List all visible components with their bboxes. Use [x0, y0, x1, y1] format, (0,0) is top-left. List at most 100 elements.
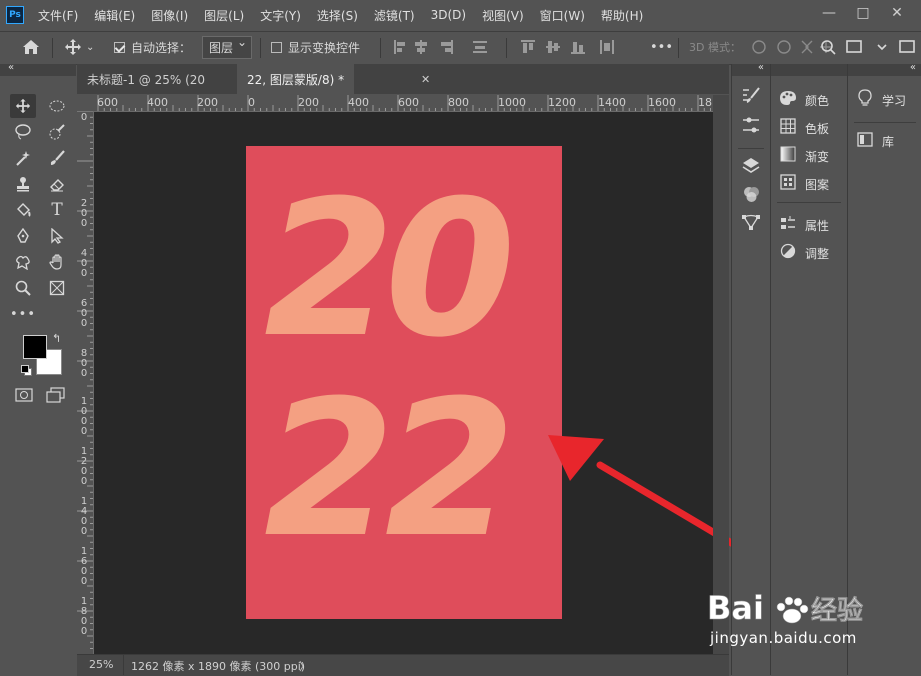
zoom-level[interactable]: 25% — [89, 658, 113, 671]
watermark-brand-suffix: 经验 — [811, 595, 863, 626]
foreground-color-swatch-front[interactable] — [23, 335, 47, 359]
menu-file[interactable]: 文件(F) — [30, 7, 86, 24]
paths-panel-icon[interactable] — [740, 212, 762, 234]
strip-collapse-bar[interactable]: « — [732, 62, 770, 76]
divider — [777, 202, 841, 203]
menu-type[interactable]: 文字(Y) — [252, 7, 309, 24]
paw-icon — [776, 596, 809, 624]
show-transform-option[interactable]: 显示变换控件 — [271, 31, 360, 63]
auto-select-dropdown[interactable]: 图层 — [202, 35, 253, 59]
ruler-label: 400 — [348, 96, 369, 109]
panel-b-collapse-bar[interactable]: « — [848, 62, 921, 76]
edit-toolbar-button[interactable]: ••• — [10, 302, 36, 326]
swap-colors-icon[interactable]: ↰ — [52, 332, 61, 345]
tab-close-button[interactable]: ✕ — [411, 64, 440, 94]
layers-panel-icon[interactable] — [740, 156, 762, 178]
panel-patterns[interactable]: 图案 — [779, 172, 829, 196]
panel-libraries[interactable]: 库 — [856, 129, 894, 153]
auto-select-checkbox[interactable] — [114, 41, 125, 53]
more-options-button[interactable]: ••• — [650, 31, 673, 63]
magic-wand-tool[interactable] — [10, 146, 36, 170]
ruler-label: 1000 — [80, 396, 88, 437]
eraser-tool[interactable] — [44, 172, 70, 196]
channels-panel-icon[interactable] — [740, 184, 762, 206]
quick-select-icon — [49, 124, 65, 140]
type-tool[interactable]: T — [44, 198, 70, 222]
brush-settings-icon[interactable] — [740, 86, 762, 108]
menu-select[interactable]: 选择(S) — [309, 7, 366, 24]
collapse-icon[interactable]: « — [8, 62, 14, 73]
magic-wand-icon — [16, 151, 30, 166]
show-transform-checkbox[interactable] — [271, 41, 282, 53]
panel-adjustments[interactable]: 调整 — [779, 241, 829, 265]
quick-selection-tool[interactable] — [44, 120, 70, 144]
close-icon[interactable]: ✕ — [421, 73, 430, 86]
custom-shape-tool[interactable] — [10, 250, 36, 274]
ruler-label: 600 — [97, 96, 118, 109]
move-tool[interactable] — [10, 94, 36, 118]
lasso-tool[interactable] — [10, 120, 36, 144]
divider — [123, 655, 124, 675]
menu-filter[interactable]: 滤镜(T) — [366, 7, 423, 24]
hand-tool[interactable] — [44, 250, 70, 274]
home-button[interactable] — [22, 31, 40, 63]
ellipse-marquee-icon — [49, 100, 65, 112]
minimize-button[interactable]: — — [812, 0, 846, 30]
menu-image[interactable]: 图像(I) — [143, 7, 196, 24]
menu-layer[interactable]: 图层(L) — [196, 7, 252, 24]
divider — [380, 38, 381, 58]
ruler-label: 200 — [197, 96, 218, 109]
panel-properties[interactable]: 属性 — [779, 213, 829, 237]
vertical-ruler[interactable]: 0 200 400 600 800 1000 1200 1400 1600 18… — [77, 111, 94, 654]
menu-window[interactable]: 窗口(W) — [532, 7, 593, 24]
close-button[interactable]: ✕ — [880, 0, 914, 30]
maximize-button[interactable]: □ — [846, 0, 880, 30]
vertical-scrollbar[interactable] — [713, 95, 729, 654]
menu-help[interactable]: 帮助(H) — [593, 7, 651, 24]
auto-select-option[interactable]: 自动选择： — [114, 31, 191, 63]
panel-swatches-label: 色板 — [805, 121, 830, 136]
menu-edit[interactable]: 编辑(E) — [86, 7, 143, 24]
distribute-buttons-group[interactable] — [520, 39, 620, 55]
status-menu-chevron-icon[interactable]: 〉 — [299, 658, 310, 674]
elliptical-marquee-tool[interactable] — [44, 94, 70, 118]
brush-tool[interactable] — [44, 146, 70, 170]
zoom-tool[interactable] — [10, 276, 36, 300]
path-selection-tool[interactable] — [44, 224, 70, 248]
quick-mask-button[interactable] — [15, 388, 33, 402]
ruler-label: 18 — [698, 96, 712, 109]
screen-mode-button[interactable] — [46, 387, 66, 403]
collapse-icon[interactable]: « — [910, 62, 916, 73]
align-buttons-group[interactable] — [393, 39, 493, 55]
pen-tool[interactable] — [10, 224, 36, 248]
panel-learn-label: 学习 — [882, 93, 907, 108]
auto-select-target[interactable]: 图层 — [202, 31, 253, 63]
ruler-origin[interactable] — [77, 95, 93, 111]
document-canvas[interactable]: 20 22 — [246, 146, 562, 619]
paint-bucket-tool[interactable] — [10, 198, 36, 222]
toolbar-collapse-bar[interactable]: « — [0, 62, 76, 76]
panel-gradients[interactable]: 渐变 — [779, 144, 829, 168]
collapse-icon[interactable]: « — [758, 62, 764, 73]
year-text-line2: 22 — [264, 360, 516, 579]
panel-a-collapse-bar[interactable] — [771, 64, 847, 76]
menu-view[interactable]: 视图(V) — [474, 7, 532, 24]
default-colors-icon[interactable] — [21, 365, 32, 376]
ruler-label: 0 — [248, 96, 255, 109]
brushes-panel-icon[interactable] — [740, 116, 762, 138]
panel-learn[interactable]: 学习 — [856, 88, 906, 112]
horizontal-ruler[interactable]: 600 400 200 0 200 400 600 800 1000 1200 … — [93, 95, 713, 112]
3d-mode-icons[interactable] — [750, 38, 920, 56]
frame-tool[interactable] — [44, 276, 70, 300]
tab-untitled-1-active[interactable]: 22, 图层蒙版/8) * — [237, 64, 355, 94]
panel-swatches[interactable]: 色板 — [779, 116, 829, 140]
tab-label-part2: 22, 图层蒙版/8) * — [247, 72, 345, 87]
clone-stamp-tool[interactable] — [10, 172, 36, 196]
menu-3d[interactable]: 3D(D) — [423, 8, 474, 22]
divider — [738, 148, 764, 149]
move-tool-preset[interactable]: ⌄ — [64, 31, 94, 63]
ruler-label: 1600 — [80, 546, 88, 587]
tab-untitled-1[interactable]: 未标题-1 @ 25% (20 — [77, 64, 215, 94]
panel-color[interactable]: 颜色 — [779, 88, 829, 112]
auto-select-label: 自动选择： — [131, 40, 192, 55]
